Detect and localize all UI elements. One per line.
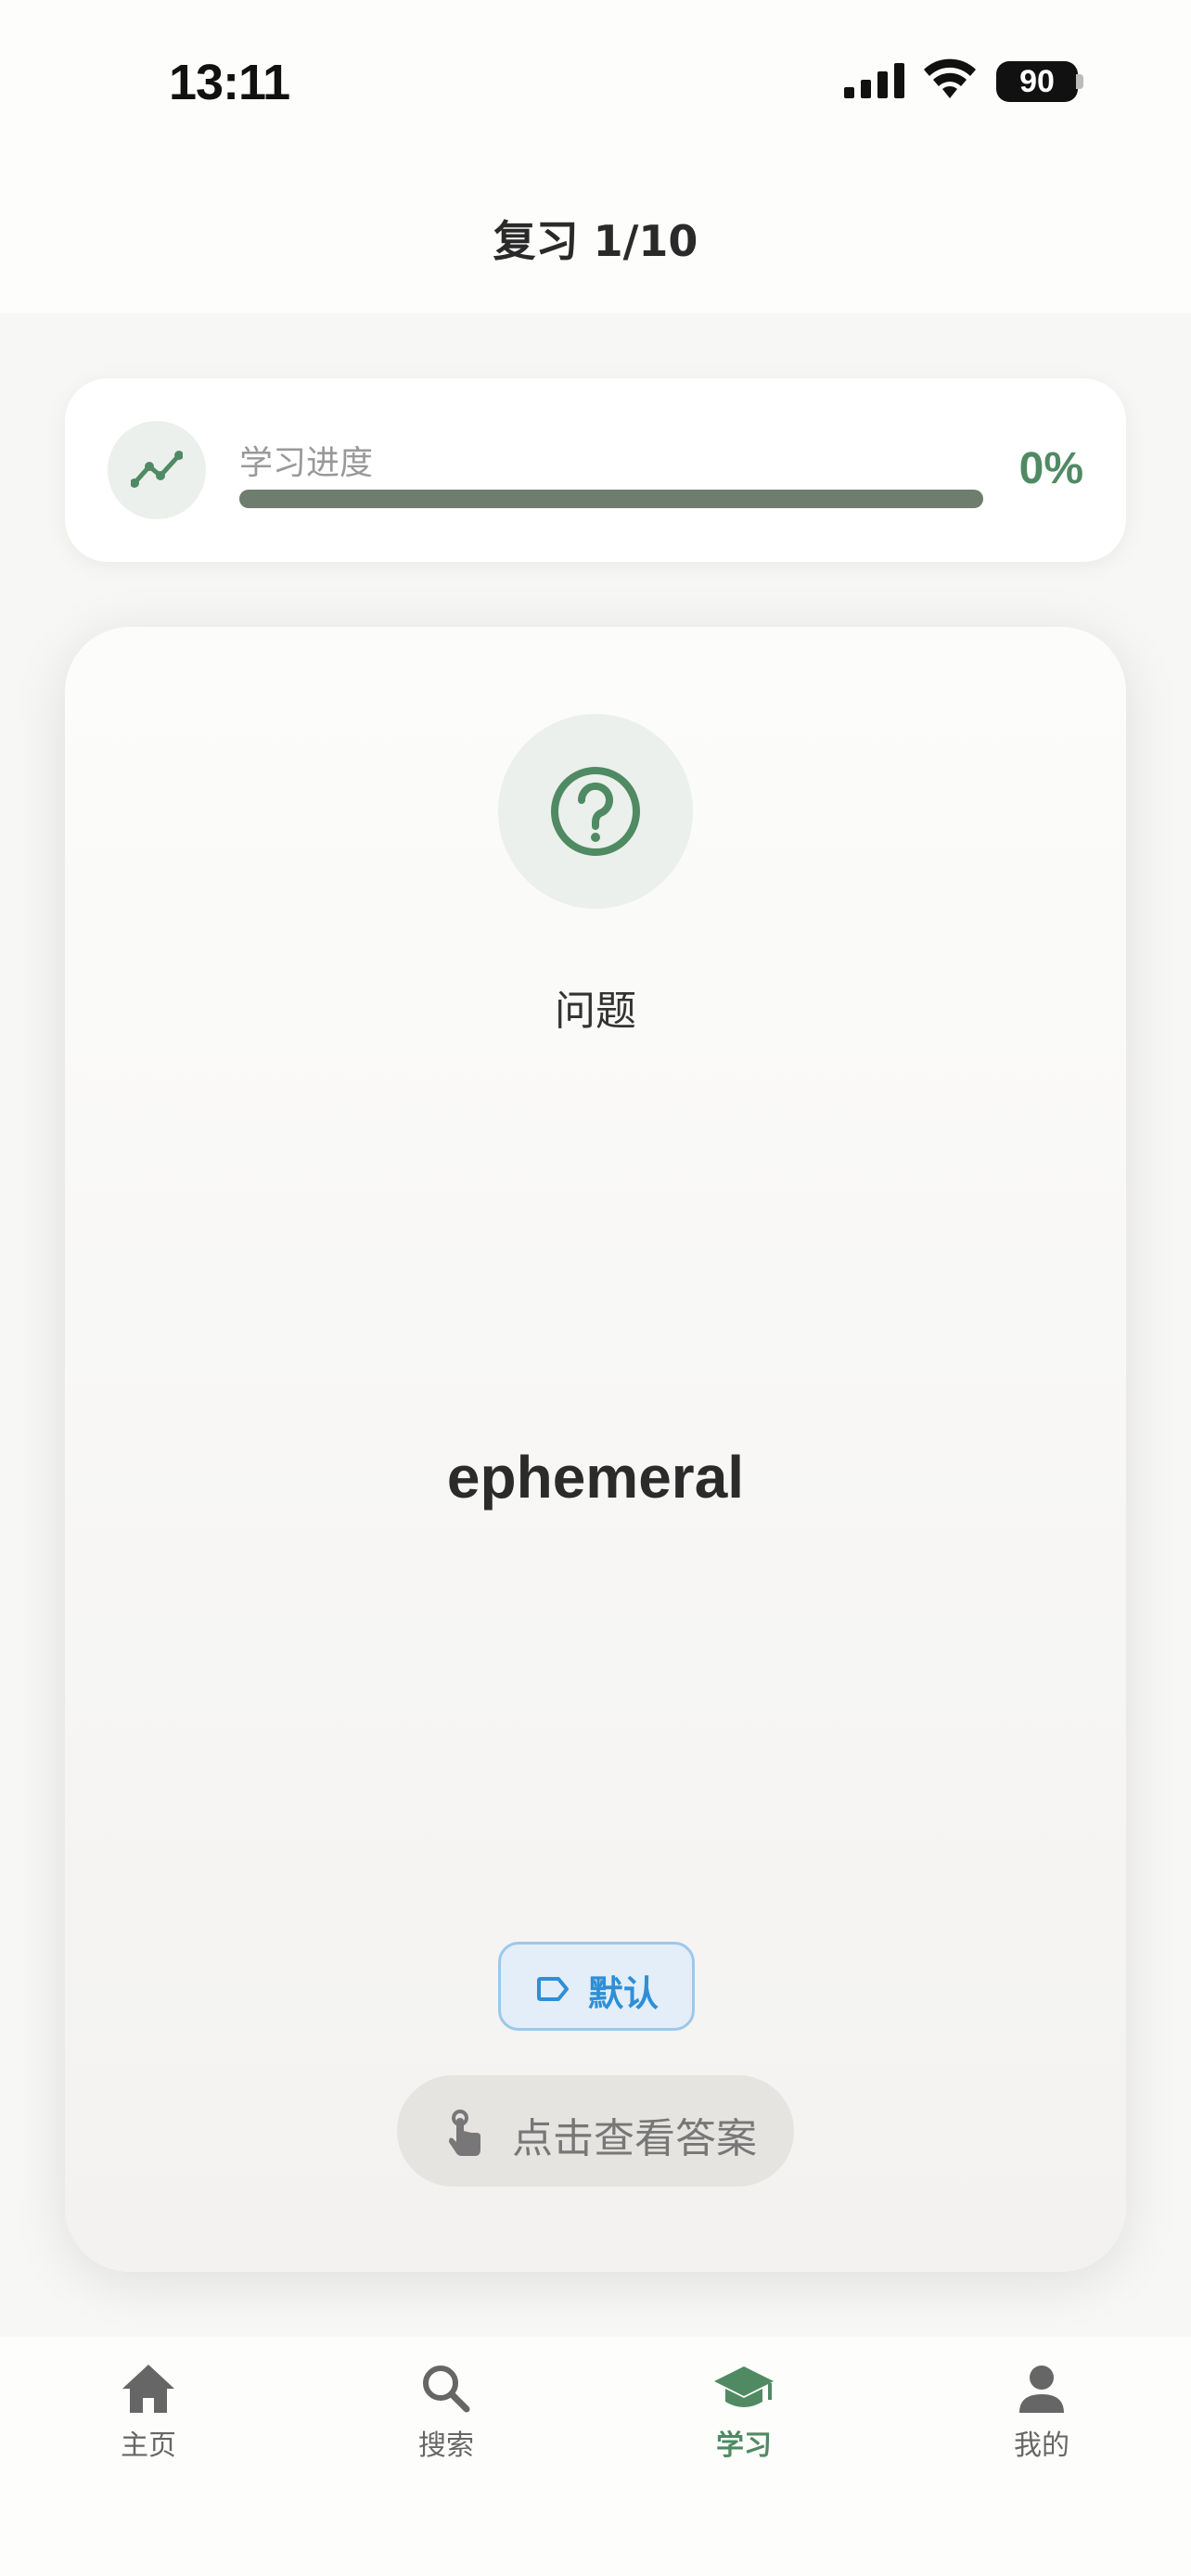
question-icon-badge [498, 714, 693, 909]
tab-profile-label: 我的 [1014, 2429, 1069, 2462]
tab-search[interactable]: 搜索 [353, 2363, 539, 2493]
tab-profile[interactable]: 我的 [949, 2363, 1134, 2493]
tab-study-label: 学习 [716, 2429, 772, 2462]
header: 复习 1/10 [0, 167, 1191, 313]
battery-indicator: 90 [996, 61, 1078, 102]
progress-icon-badge [108, 421, 206, 519]
status-bar: 13:11 90 [0, 0, 1191, 167]
progress-label: 学习进度 [239, 444, 374, 482]
progress-card: 学习进度 0% [65, 378, 1126, 562]
tab-search-label: 搜索 [418, 2429, 474, 2462]
page-title: 复习 1/10 [493, 216, 698, 266]
reveal-answer-button[interactable]: 点击查看答案 [397, 2075, 794, 2187]
tap-hand-icon [449, 2110, 480, 2156]
status-time: 13:11 [169, 55, 290, 110]
question-icon [551, 767, 640, 856]
tab-bar: 主页 搜索 学习 我的 [0, 2337, 1191, 2576]
search-icon [423, 2366, 470, 2413]
category-tag[interactable]: 默认 [498, 1942, 695, 2031]
progress-percent: 0% [1018, 444, 1083, 493]
question-label: 问题 [555, 988, 636, 1035]
wifi-icon [924, 58, 976, 98]
battery-level: 90 [1019, 64, 1055, 99]
reveal-answer-label: 点击查看答案 [512, 2115, 757, 2162]
person-icon [1019, 2366, 1064, 2413]
tab-study[interactable]: 学习 [651, 2363, 837, 2493]
card-word: ephemeral [446, 1444, 745, 1511]
trending-icon [131, 451, 183, 488]
tab-home[interactable]: 主页 [56, 2363, 241, 2493]
category-tag-label: 默认 [588, 1973, 660, 2014]
home-icon [122, 2365, 174, 2413]
graduation-cap-icon [714, 2366, 774, 2407]
flash-card[interactable]: 问题 ephemeral 默认 点击查看答案 [65, 627, 1126, 2272]
tag-icon [537, 1977, 569, 2001]
progress-bar [239, 490, 983, 508]
battery-cap [1076, 74, 1083, 89]
tab-home-label: 主页 [121, 2429, 176, 2462]
signal-icon [844, 63, 904, 98]
